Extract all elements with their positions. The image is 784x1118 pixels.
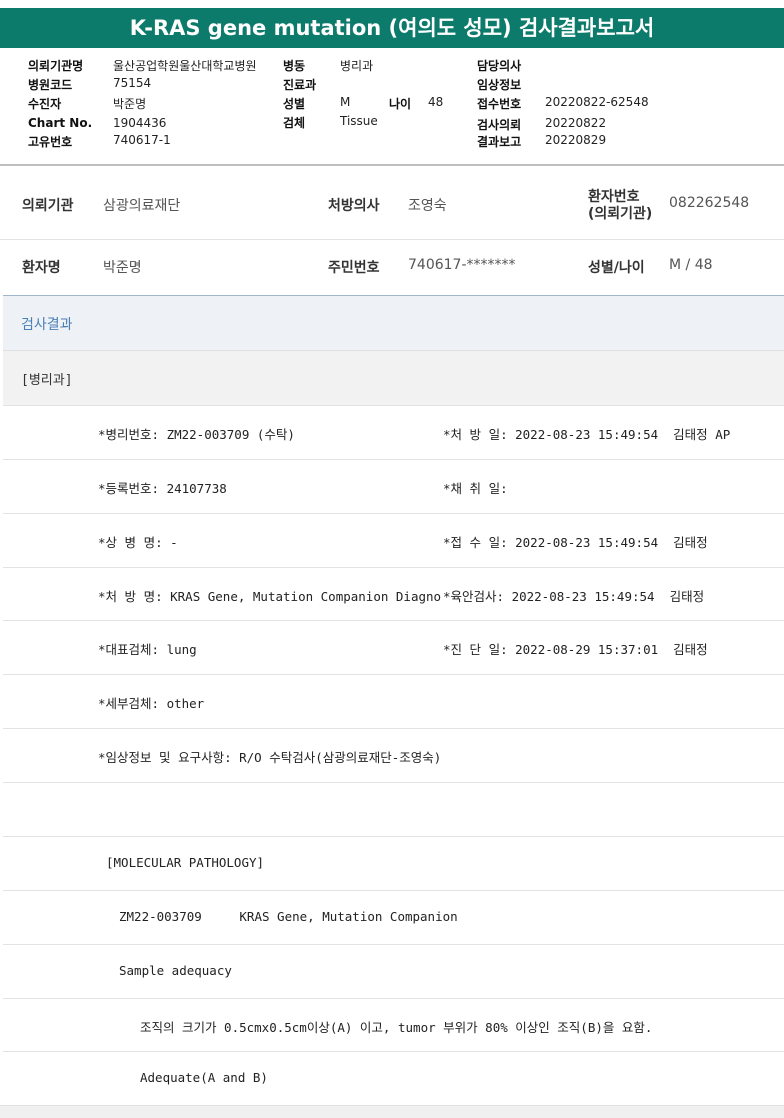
info-label-line2: (의뢰기관) [588, 206, 653, 222]
sample-adequacy-label: Sample adequacy [119, 963, 232, 978]
header-value: Tissue [340, 114, 378, 128]
result-right: *처 방 일: 2022-08-23 15:49:54 김태정 AP [443, 427, 731, 442]
info-label: 환자명 [22, 260, 61, 276]
info-label: 처방의사 [328, 198, 380, 214]
header-label: 병원코드 [28, 78, 73, 92]
department-header: [병리과] [3, 350, 784, 405]
header-value: 20220829 [545, 133, 607, 147]
header-label: 임상정보 [477, 78, 522, 92]
header-label: 검사의뢰 [477, 118, 522, 132]
department-label: [병리과] [21, 373, 73, 388]
result-row: ZM22-003709 KRAS Gene, Mutation Companio… [3, 890, 784, 945]
result-row: *병리번호: ZM22-003709 (수탁) *처 방 일: 2022-08-… [3, 405, 784, 460]
result-row: *대표검체: lung *진 단 일: 2022-08-29 15:37:01 … [3, 620, 784, 675]
result-row: *세부검체: other [3, 674, 784, 729]
info-label: 성별/나이 [588, 260, 645, 276]
result-row: [MOLECULAR PATHOLOGY] [3, 836, 784, 891]
header-label: 결과보고 [477, 135, 522, 149]
header-value: 울산공업학원울산대학교병원 [113, 59, 257, 73]
header-label: 고유번호 [28, 135, 73, 149]
result-left: *병리번호: ZM22-003709 (수탁) [98, 427, 295, 442]
age-label: 나이 [389, 97, 412, 111]
result-row: *처 방 명: KRAS Gene, Mutation Companion Di… [3, 567, 784, 622]
header-label: 수진자 [28, 97, 62, 111]
header-label: 진료과 [283, 78, 317, 92]
result-right: *진 단 일: 2022-08-29 15:37:01 김태정 [443, 642, 708, 657]
header-value: 740617-1 [113, 133, 171, 147]
patient-info: 의뢰기관 삼광의료재단 처방의사 조영숙 환자번호 (의뢰기관) 0822625… [0, 166, 784, 294]
footer-bar [0, 1105, 784, 1118]
header-value: 75154 [113, 76, 152, 90]
header-label: 성별 [283, 97, 306, 111]
info-value: M / 48 [669, 257, 713, 273]
row-divider [0, 239, 784, 240]
age-value: 48 [428, 95, 444, 109]
info-value: 082262548 [669, 195, 750, 211]
info-value: 삼광의료재단 [103, 198, 181, 214]
header-value: 20220822-62548 [545, 95, 649, 109]
result-left: *처 방 명: KRAS Gene, Mutation Companion Di… [98, 589, 442, 604]
header-value: 1904436 [113, 116, 167, 130]
header-label: 검체 [283, 116, 306, 130]
result-row: 조직의 크기가 0.5cmx0.5cm이상(A) 이고, tumor 부위가 8… [3, 998, 784, 1053]
header-value: 박준명 [113, 97, 147, 111]
result-right: *육안검사: 2022-08-23 15:49:54 김태정 [443, 589, 705, 604]
results-section-header: 검사결과 [3, 295, 784, 350]
result-left: *임상정보 및 요구사항: R/O 수탁검사(삼광의료재단-조영숙) [98, 750, 442, 765]
info-label: 주민번호 [328, 260, 380, 276]
result-row-blank [3, 782, 784, 837]
result-right: *접 수 일: 2022-08-23 15:49:54 김태정 [443, 535, 708, 550]
case-line: ZM22-003709 KRAS Gene, Mutation Companio… [119, 909, 458, 924]
header-label: 담당의사 [477, 59, 522, 73]
result-right: *채 취 일: [443, 481, 508, 496]
result-left: *상 병 명: - [98, 535, 178, 550]
header-value: 병리과 [340, 59, 374, 73]
result-left: *세부검체: other [98, 696, 205, 711]
info-label: 의뢰기관 [22, 198, 74, 214]
info-value: 박준명 [103, 260, 142, 276]
header-label: 병동 [283, 59, 306, 73]
result-row: *상 병 명: - *접 수 일: 2022-08-23 15:49:54 김태… [3, 513, 784, 568]
molecular-title: [MOLECULAR PATHOLOGY] [106, 855, 265, 870]
header-value: M [340, 95, 351, 109]
report-title: K-RAS gene mutation (여의도 성모) 검사결과보고서 [0, 8, 784, 48]
result-row: Sample adequacy [3, 944, 784, 999]
result-row: *임상정보 및 요구사항: R/O 수탁검사(삼광의료재단-조영숙) [3, 728, 784, 783]
info-value: 740617-******* [408, 257, 516, 273]
adequacy-criteria: 조직의 크기가 0.5cmx0.5cm이상(A) 이고, tumor 부위가 8… [140, 1020, 653, 1035]
results-section-title: 검사결과 [21, 317, 73, 333]
adequacy-result: Adequate(A and B) [140, 1070, 268, 1085]
info-value: 조영숙 [408, 198, 447, 214]
header-label: 접수번호 [477, 97, 522, 111]
result-row: *등록번호: 24107738 *채 취 일: [3, 459, 784, 514]
header-label: Chart No. [28, 116, 93, 130]
report-header: 의뢰기관명 울산공업학원울산대학교병원 병원코드 75154 수진자 박준명 C… [0, 55, 784, 165]
result-left: *등록번호: 24107738 [98, 481, 227, 496]
header-label: 의뢰기관명 [28, 59, 84, 73]
result-left: *대표검체: lung [98, 642, 197, 657]
result-row: Adequate(A and B) [3, 1051, 784, 1106]
header-value: 20220822 [545, 116, 607, 130]
